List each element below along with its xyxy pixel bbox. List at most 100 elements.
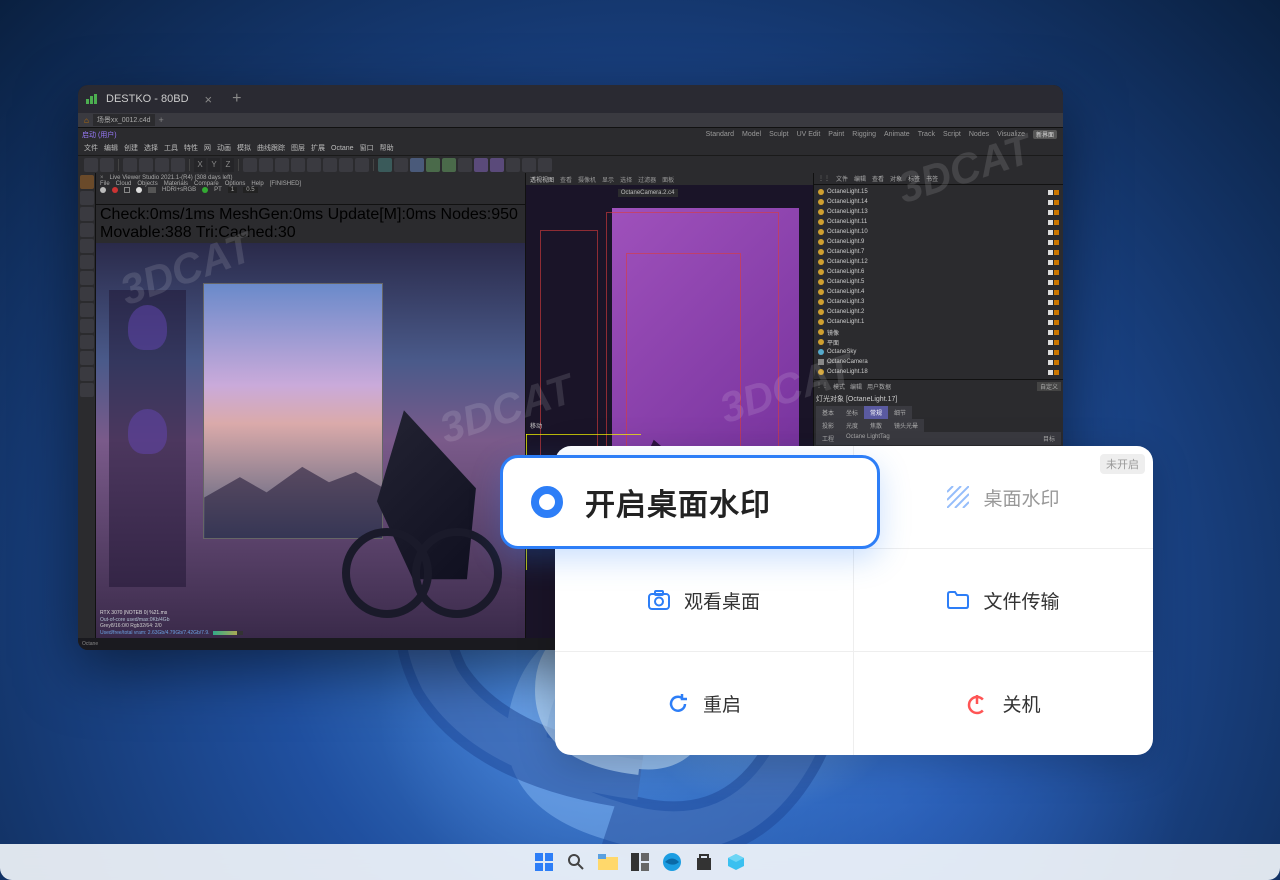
light-icon[interactable] [538,158,552,172]
menu-item[interactable]: 工具 [164,143,178,153]
axis-z[interactable]: Z [222,158,234,172]
layout-item[interactable]: Nodes [969,131,989,138]
attr-subtab[interactable]: 工程 [816,432,840,445]
tool-icon[interactable] [80,207,94,221]
attr-subtab[interactable]: 光度 [840,419,864,432]
tool-icon[interactable] [323,158,337,172]
edge-icon[interactable] [661,851,683,873]
tool-icon[interactable] [80,335,94,349]
object-item[interactable]: 镜像 [816,327,1061,337]
shutdown-cell[interactable]: 关机 [854,652,1153,755]
tool-icon[interactable] [80,287,94,301]
object-item[interactable]: OctaneLight.9 [816,237,1061,247]
menu-item[interactable]: 模拟 [237,143,251,153]
axis-x[interactable]: X [194,158,206,172]
layout-item[interactable]: Standard [706,131,734,138]
object-item[interactable]: OctaneLight.13 [816,207,1061,217]
attr-subtab[interactable]: 焦散 [864,419,888,432]
om-tab[interactable]: 文件 [836,174,848,183]
menu-item[interactable]: 图层 [291,143,305,153]
vp-menu[interactable]: 摄像机 [578,175,596,184]
view-desktop-cell[interactable]: 观看桌面 [555,549,854,652]
object-item[interactable]: OctaneLight.10 [816,227,1061,237]
attr-tab[interactable]: 编辑 [850,382,862,391]
tool-icon[interactable] [155,158,169,172]
attr-subtab[interactable]: Octane LightTag [840,432,1037,445]
tool-icon[interactable] [80,303,94,317]
om-tab[interactable]: 标签 [908,174,920,183]
layout-active[interactable]: 启动 (用户) [82,130,117,140]
vp-menu[interactable]: 查看 [560,175,572,184]
menu-item[interactable]: 文件 [84,143,98,153]
tool-icon[interactable] [80,271,94,285]
tool-icon[interactable] [307,158,321,172]
taskview-icon[interactable] [629,851,651,873]
axis-y[interactable]: Y [208,158,220,172]
lv-mode[interactable]: HDRI+sRGB [162,187,196,193]
om-tab[interactable]: 编辑 [854,174,866,183]
field-icon[interactable] [490,158,504,172]
tool-icon[interactable] [80,383,94,397]
redo-icon[interactable] [100,158,114,172]
tool-icon[interactable] [458,158,472,172]
title-bar[interactable]: DESTKO - 80BD × + [78,85,1063,113]
tool-icon[interactable] [123,158,137,172]
edge-mode-icon[interactable] [80,239,94,253]
attr-subtab[interactable]: 镜头光晕 [888,419,924,432]
point-mode-icon[interactable] [80,223,94,237]
tool-icon[interactable] [80,319,94,333]
object-item[interactable]: OctaneCamera [816,357,1061,367]
tool-icon[interactable] [339,158,353,172]
tool-icon[interactable] [171,158,185,172]
attr-tab[interactable]: 模式 [833,382,845,391]
explorer-icon[interactable] [597,851,619,873]
tool-icon[interactable] [80,367,94,381]
object-item[interactable]: OctaneLight.3 [816,297,1061,307]
object-item[interactable]: OctaneLight.6 [816,267,1061,277]
object-item[interactable]: OctaneLight.12 [816,257,1061,267]
object-item[interactable]: OctaneLight.5 [816,277,1061,287]
camera-icon[interactable] [522,158,536,172]
layout-badge[interactable]: 新界面 [1033,130,1057,139]
start-icon[interactable] [533,851,555,873]
object-item[interactable]: OctaneLight.15 [816,187,1061,197]
layout-item[interactable]: Sculpt [769,131,788,138]
attr-custom[interactable]: 自定义 [1037,382,1061,391]
tool-icon[interactable] [506,158,520,172]
store-icon[interactable] [693,851,715,873]
spline-icon[interactable] [410,158,424,172]
tool-icon[interactable] [394,158,408,172]
menu-item[interactable]: 网 [204,143,211,153]
om-tab[interactable]: 对象 [890,174,902,183]
deformer-icon[interactable] [474,158,488,172]
object-item[interactable]: 平面 [816,337,1061,347]
menu-item[interactable]: 特性 [184,143,198,153]
lv-val[interactable]: 0.5 [243,187,257,193]
menu-item[interactable]: 窗口 [360,143,374,153]
generator-icon[interactable] [426,158,440,172]
lv-pt[interactable]: PT [214,187,222,193]
attr-subtab[interactable]: 基本 [816,406,840,419]
tool-icon[interactable] [80,351,94,365]
attr-subtab[interactable]: 目标 [1037,432,1061,445]
poly-mode-icon[interactable] [80,255,94,269]
object-item[interactable]: OctaneLight.1 [816,317,1061,327]
tool-icon[interactable] [139,158,153,172]
menu-item[interactable]: 帮助 [380,143,394,153]
object-list[interactable]: OctaneLight.15OctaneLight.14OctaneLight.… [814,185,1063,379]
object-item[interactable]: OctaneLight.2 [816,307,1061,317]
om-tab[interactable]: 查看 [872,174,884,183]
undo-icon[interactable] [84,158,98,172]
watermark-callout[interactable]: 开启桌面水印 [500,455,880,549]
doc-tab-add[interactable]: + [159,115,164,125]
restart-cell[interactable]: 重启 [555,652,854,755]
tool-icon[interactable] [275,158,289,172]
object-item[interactable]: OctaneLight.11 [816,217,1061,227]
layout-item[interactable]: Track [918,131,935,138]
object-item[interactable]: OctaneLight.18 [816,367,1061,377]
doc-tab[interactable]: 场景xx_0012.c4d [93,114,155,126]
menu-item[interactable]: 创建 [124,143,138,153]
tab-add-icon[interactable]: + [232,90,241,108]
attr-subtab[interactable]: 细节 [888,406,912,419]
om-tab[interactable]: 书签 [926,174,938,183]
